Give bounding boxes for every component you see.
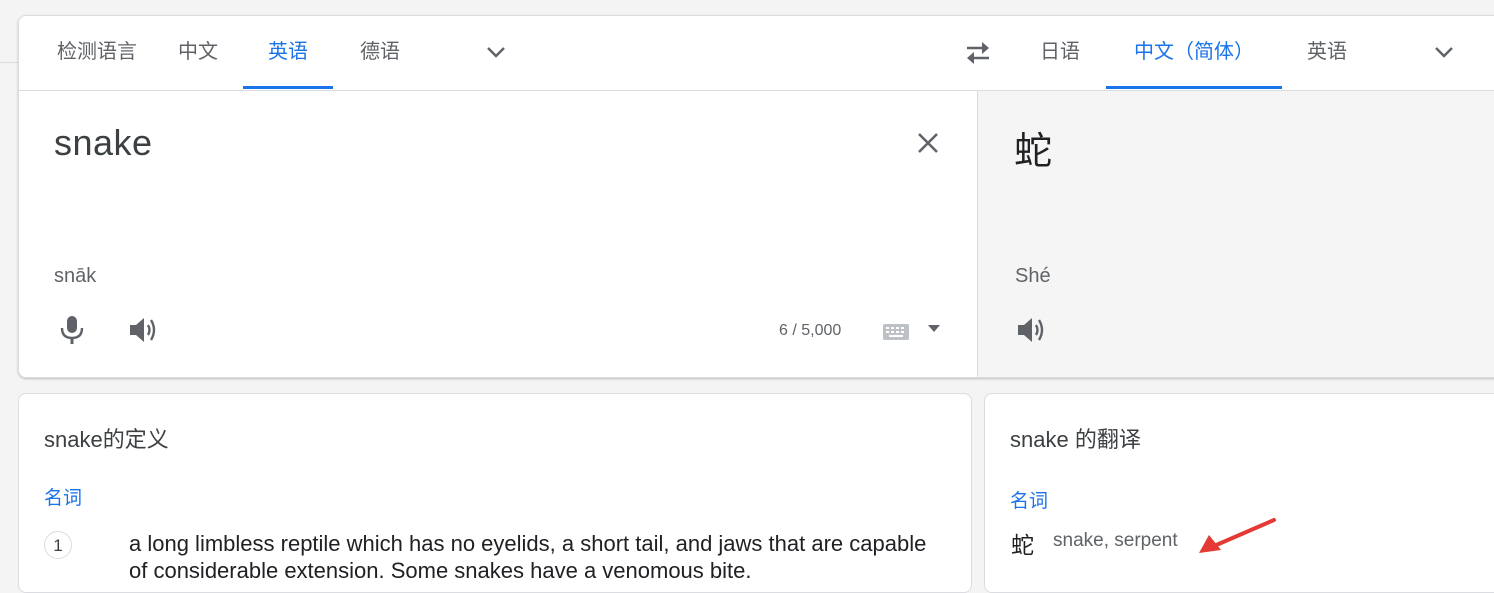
character-counter: 6 / 5,000 — [779, 322, 842, 339]
translations-card: snake 的翻译 名词 蛇 snake, serpent — [984, 393, 1494, 593]
red-arrow-annotation — [1199, 518, 1276, 553]
translations-part-of-speech: 名词 — [1010, 491, 1049, 512]
target-transliteration: Shé — [1015, 265, 1051, 287]
definitions-title: snake的定义 — [44, 427, 169, 452]
tab-target-english[interactable]: 英语 — [1289, 16, 1365, 89]
tab-source-english[interactable]: 英语 — [243, 16, 333, 89]
target-panel — [977, 91, 1494, 377]
translation-word[interactable]: 蛇 — [1011, 526, 1034, 560]
translated-text: 蛇 — [1014, 131, 1053, 173]
tab-source-chinese[interactable]: 中文 — [161, 16, 235, 89]
translation-synonyms: snake, serpent — [1053, 530, 1178, 551]
target-more-languages-chevron-down-icon[interactable] — [1434, 42, 1454, 62]
source-transliteration: snāk — [54, 265, 97, 287]
source-speaker-icon[interactable] — [126, 313, 160, 347]
keyboard-icon[interactable] — [882, 323, 910, 341]
definitions-part-of-speech: 名词 — [44, 488, 83, 509]
definition-number: 1 — [44, 531, 72, 559]
clear-text-close-icon[interactable] — [915, 130, 941, 156]
source-more-languages-chevron-down-icon[interactable] — [486, 42, 506, 62]
language-bar: 检测语言 中文 英语 德语 日语 中文（简体） 英语 — [19, 16, 1494, 91]
keyboard-menu-caret-icon[interactable] — [928, 325, 940, 333]
translations-title: snake 的翻译 — [1010, 427, 1141, 452]
microphone-icon[interactable] — [55, 313, 89, 347]
tab-target-chinese-simplified[interactable]: 中文（简体） — [1106, 16, 1282, 89]
definition-text: a long limbless reptile which has no eye… — [129, 531, 927, 583]
translate-card: 检测语言 中文 英语 德语 日语 中文（简体） 英语 snake snāk 6 … — [18, 15, 1494, 378]
page-divider — [0, 62, 18, 63]
swap-languages-icon[interactable] — [963, 40, 993, 66]
definitions-card: snake的定义 名词 1 a long limbless reptile wh… — [18, 393, 972, 593]
target-speaker-icon[interactable] — [1014, 313, 1048, 347]
tab-source-german[interactable]: 德语 — [335, 16, 425, 89]
tab-target-japanese[interactable]: 日语 — [1023, 16, 1097, 89]
tab-detect-language[interactable]: 检测语言 — [33, 16, 161, 89]
source-text-input[interactable]: snake — [54, 122, 153, 164]
